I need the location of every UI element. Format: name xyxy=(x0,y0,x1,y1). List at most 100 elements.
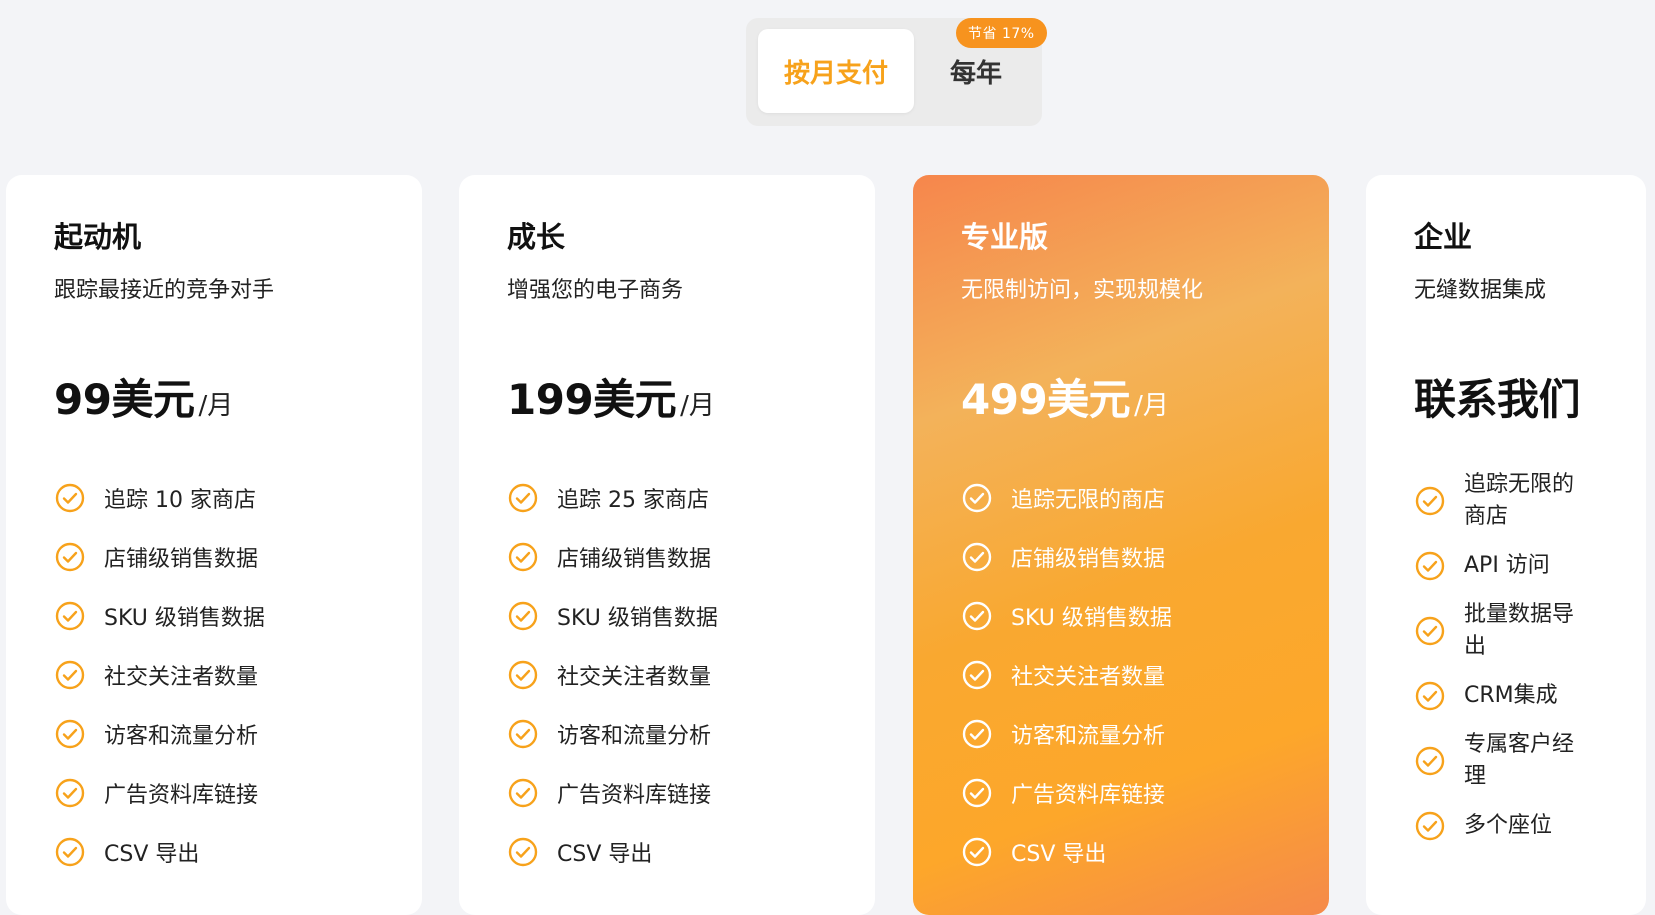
feature-label: API 访问 xyxy=(1464,553,1550,579)
price-row: 499美元 /月 xyxy=(961,366,1329,424)
check-circle-icon xyxy=(962,719,992,749)
feature-item: 店铺级销售数据 xyxy=(961,527,1329,586)
plan-price: 499美元 xyxy=(961,375,1131,425)
feature-label: 店铺级销售数据 xyxy=(104,546,259,572)
plan-card-growth: 成长 增强您的电子商务 199美元 /月 追踪 25 家商店 店铺级销售数据 S… xyxy=(459,175,875,915)
plan-card-pro: 专业版 无限制访问，实现规模化 499美元 /月 追踪无限的商店 店铺级销售数据… xyxy=(913,175,1329,915)
check-circle-icon xyxy=(508,601,538,631)
check-circle-icon xyxy=(1415,616,1445,646)
feature-label: 广告资料库链接 xyxy=(104,782,259,808)
feature-label: 追踪无限的商店 xyxy=(1464,472,1575,530)
feature-label: 批量数据导出 xyxy=(1464,602,1575,660)
price-period: /月 xyxy=(198,391,234,422)
feature-label: 店铺级销售数据 xyxy=(557,546,712,572)
monthly-billing-button[interactable]: 按月支付 xyxy=(758,29,914,113)
save-badge: 节省 17% xyxy=(956,18,1047,48)
check-circle-icon xyxy=(962,778,992,808)
feature-label: 社交关注者数量 xyxy=(557,664,712,690)
feature-label: 访客和流量分析 xyxy=(557,723,712,749)
yearly-billing-label: 每年 xyxy=(949,58,1002,89)
feature-label: 社交关注者数量 xyxy=(1011,664,1166,690)
feature-item: 广告资料库链接 xyxy=(507,763,875,822)
check-circle-icon xyxy=(962,837,992,867)
check-circle-icon xyxy=(55,778,85,808)
check-circle-icon xyxy=(1415,811,1445,840)
feature-item: SKU 级销售数据 xyxy=(961,586,1329,645)
plan-subtitle: 增强您的电子商务 xyxy=(507,278,684,303)
contact-us-price: 联系我们 xyxy=(1414,375,1581,425)
feature-item: SKU 级销售数据 xyxy=(54,586,422,645)
feature-item: SKU 级销售数据 xyxy=(507,586,875,645)
price-period: /月 xyxy=(680,391,715,422)
feature-item: 社交关注者数量 xyxy=(54,645,422,704)
plan-subtitle: 无缝数据集成 xyxy=(1414,278,1547,303)
feature-item: 广告资料库链接 xyxy=(961,763,1329,822)
plan-subtitle: 跟踪最接近的竞争对手 xyxy=(54,278,275,303)
feature-label: 专属客户经理 xyxy=(1464,731,1575,789)
check-circle-icon xyxy=(962,660,992,690)
feature-label: SKU 级销售数据 xyxy=(557,605,718,631)
feature-item: 追踪 25 家商店 xyxy=(507,468,875,527)
feature-item: CSV 导出 xyxy=(54,822,422,881)
check-circle-icon xyxy=(1415,487,1445,516)
feature-item: 社交关注者数量 xyxy=(507,645,875,704)
check-circle-icon xyxy=(55,483,85,513)
feature-item: 专属客户经理 xyxy=(1414,726,1646,796)
check-circle-icon xyxy=(508,542,538,572)
feature-label: 访客和流量分析 xyxy=(104,723,259,749)
check-circle-icon xyxy=(508,778,538,808)
plan-title: 企业 xyxy=(1414,220,1473,254)
plan-card-starter: 起动机 跟踪最接近的竞争对手 99美元 /月 追踪 10 家商店 店铺级销售数据… xyxy=(6,175,422,915)
feature-label: SKU 级销售数据 xyxy=(104,605,265,631)
plan-price: 99美元 xyxy=(54,375,195,425)
feature-item: 追踪无限的商店 xyxy=(961,468,1329,527)
feature-label: 社交关注者数量 xyxy=(104,664,259,690)
check-circle-icon xyxy=(55,542,85,572)
feature-item: 店铺级销售数据 xyxy=(507,527,875,586)
feature-item: 多个座位 xyxy=(1414,796,1646,856)
feature-label: 追踪 25 家商店 xyxy=(557,487,709,513)
feature-item: CSV 导出 xyxy=(961,822,1329,881)
check-circle-icon xyxy=(962,483,992,513)
feature-item: 社交关注者数量 xyxy=(961,645,1329,704)
feature-item: API 访问 xyxy=(1414,536,1646,596)
feature-item: CRM集成 xyxy=(1414,666,1646,726)
feature-item: 追踪无限的商店 xyxy=(1414,466,1646,536)
check-circle-icon xyxy=(508,483,538,513)
check-circle-icon xyxy=(55,719,85,749)
feature-item: 批量数据导出 xyxy=(1414,596,1646,666)
check-circle-icon xyxy=(508,837,538,867)
feature-label: 广告资料库链接 xyxy=(557,782,712,808)
feature-list: 追踪无限的商店 API 访问 批量数据导出 CRM集成 专属客户经理 多个座位 xyxy=(1414,466,1646,855)
feature-label: 访客和流量分析 xyxy=(1011,723,1166,749)
feature-item: 广告资料库链接 xyxy=(54,763,422,822)
feature-label: 追踪无限的商店 xyxy=(1011,487,1166,513)
feature-list: 追踪 10 家商店 店铺级销售数据 SKU 级销售数据 社交关注者数量 访客和流… xyxy=(54,468,422,881)
monthly-billing-label: 按月支付 xyxy=(783,58,888,89)
check-circle-icon xyxy=(962,601,992,631)
check-circle-icon xyxy=(55,601,85,631)
price-row: 199美元 /月 xyxy=(507,366,875,424)
check-circle-icon xyxy=(1415,551,1445,581)
feature-label: CSV 导出 xyxy=(557,841,653,867)
plan-title: 起动机 xyxy=(54,220,142,254)
plan-card-enterprise: 企业 无缝数据集成 联系我们 追踪无限的商店 API 访问 批量数据导出 CRM… xyxy=(1366,175,1646,915)
feature-label: CSV 导出 xyxy=(104,841,200,867)
check-circle-icon xyxy=(508,719,538,749)
feature-item: 店铺级销售数据 xyxy=(54,527,422,586)
check-circle-icon xyxy=(1415,681,1445,711)
feature-list: 追踪无限的商店 店铺级销售数据 SKU 级销售数据 社交关注者数量 访客和流量分… xyxy=(961,468,1329,881)
feature-list: 追踪 25 家商店 店铺级销售数据 SKU 级销售数据 社交关注者数量 访客和流… xyxy=(507,468,875,881)
feature-item: 访客和流量分析 xyxy=(507,704,875,763)
price-period: /月 xyxy=(1134,391,1169,422)
feature-label: 追踪 10 家商店 xyxy=(104,487,256,513)
feature-label: CSV 导出 xyxy=(1011,841,1107,867)
feature-label: CRM集成 xyxy=(1464,683,1558,708)
feature-item: CSV 导出 xyxy=(507,822,875,881)
feature-item: 访客和流量分析 xyxy=(961,704,1329,763)
plan-price: 199美元 xyxy=(507,375,677,425)
plan-title: 专业版 xyxy=(961,220,1049,254)
feature-label: 店铺级销售数据 xyxy=(1011,546,1166,572)
feature-item: 访客和流量分析 xyxy=(54,704,422,763)
feature-label: 多个座位 xyxy=(1464,812,1553,838)
